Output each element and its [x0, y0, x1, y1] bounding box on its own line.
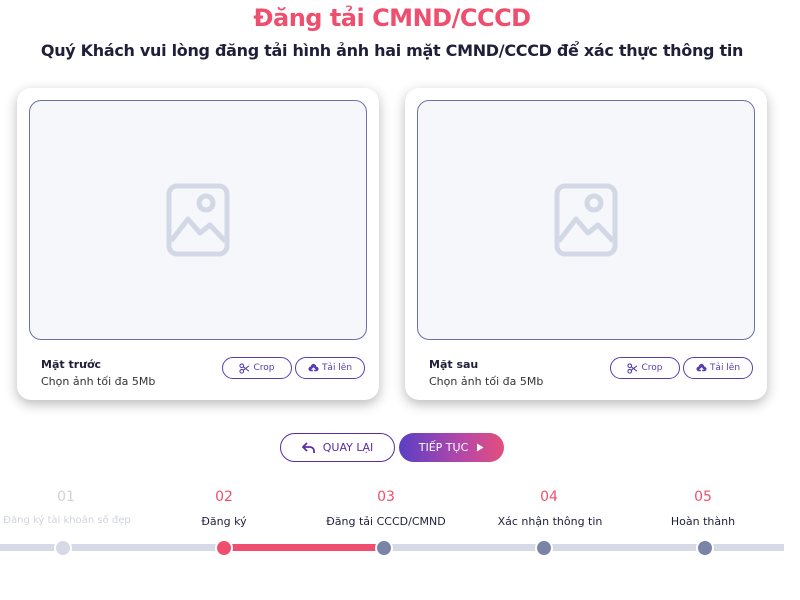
front-image-dropzone[interactable] — [29, 100, 367, 340]
page-title: Đăng tải CMND/CCCD — [253, 4, 531, 32]
front-crop-button[interactable]: Crop — [222, 357, 292, 379]
front-upload-label: Tải lên — [321, 363, 353, 373]
back-upload-card: Mặt sau Chọn ảnh tối đa 5Mb Crop Tải lên — [405, 88, 767, 400]
back-card-label: Mặt sau — [429, 358, 479, 371]
crop-icon — [627, 362, 638, 374]
back-button[interactable]: QUAY LẠI — [280, 433, 395, 462]
cloud-upload-icon — [696, 363, 707, 373]
step-5-number: 05 — [694, 489, 712, 505]
front-card-label: Mặt trước — [41, 358, 102, 371]
step-2-dot[interactable] — [215, 539, 233, 557]
front-upload-card: Mặt trước Chọn ảnh tối đa 5Mb Crop Tải l… — [17, 88, 379, 400]
page-subtitle: Quý Khách vui lòng đăng tải hình ảnh hai… — [40, 41, 744, 60]
step-2-number: 02 — [215, 489, 233, 505]
back-button-label: QUAY LẠI — [322, 441, 374, 454]
undo-arrow-icon — [301, 442, 315, 453]
step-4-dot[interactable] — [535, 539, 553, 557]
step-4-label: Xác nhận thông tin — [497, 515, 603, 528]
back-crop-button[interactable]: Crop — [610, 357, 680, 379]
front-upload-button[interactable]: Tải lên — [295, 357, 365, 379]
back-upload-label: Tải lên — [709, 363, 741, 373]
next-button-label: TIẾP TỤC — [418, 441, 469, 454]
step-1-dot[interactable] — [54, 539, 72, 557]
cloud-upload-icon — [308, 363, 319, 373]
back-upload-button[interactable]: Tải lên — [683, 357, 753, 379]
image-placeholder-icon — [166, 183, 230, 257]
crop-icon — [239, 362, 250, 374]
step-3-number: 03 — [377, 489, 395, 505]
step-5-dot[interactable] — [696, 539, 714, 557]
front-crop-label: Crop — [253, 363, 275, 373]
step-5-label: Hoàn thành — [670, 515, 736, 528]
step-1-number: 01 — [57, 489, 75, 505]
step-2-label: Đăng ký — [201, 515, 247, 528]
step-3-dot[interactable] — [375, 539, 393, 557]
image-placeholder-icon — [554, 183, 618, 257]
step-3-label: Đăng tải CCCD/CMND — [326, 515, 446, 528]
front-card-hint: Chọn ảnh tối đa 5Mb — [41, 375, 156, 388]
back-crop-label: Crop — [641, 363, 663, 373]
next-button[interactable]: TIẾP TỤC — [399, 433, 504, 462]
progress-track-active — [224, 544, 384, 551]
play-icon — [477, 443, 484, 452]
step-4-number: 04 — [540, 489, 558, 505]
back-card-hint: Chọn ảnh tối đa 5Mb — [429, 375, 544, 388]
step-1-label: Đăng ký tài khoản số đẹp — [3, 515, 131, 526]
back-image-dropzone[interactable] — [417, 100, 755, 340]
